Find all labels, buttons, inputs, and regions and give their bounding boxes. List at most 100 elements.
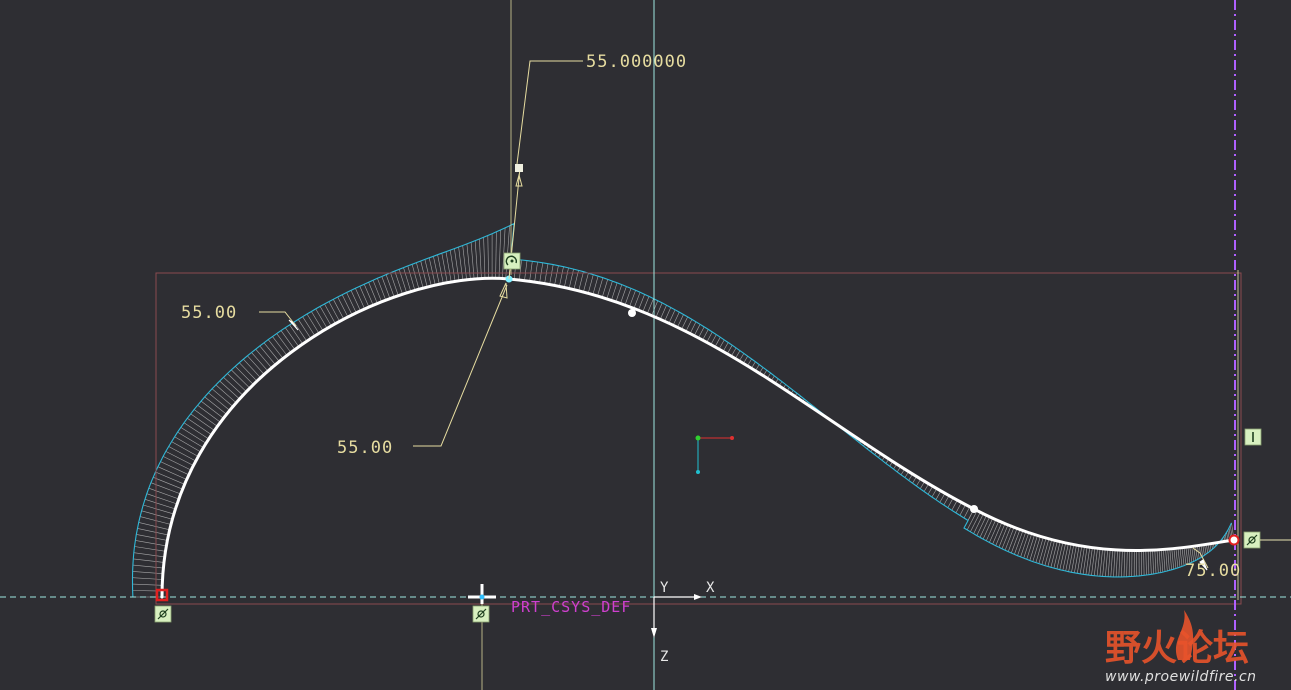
dimension-left-radius[interactable]: 55.00 [181,303,237,323]
comb-tooth [1147,550,1150,575]
tangent-icon[interactable] [154,605,172,623]
csys-axes [651,594,702,638]
comb-tooth [505,225,510,279]
origin-cross-icon[interactable] [468,584,496,604]
curvature-comb [132,223,1235,598]
comb-tooth [606,281,613,299]
comb-tooth [137,528,169,536]
comb-tooth [702,329,709,341]
comb-tooth [171,441,199,457]
comb-tooth [144,499,176,510]
comb-tooth [449,250,456,282]
comb-tooth [483,237,486,279]
dimension-handle[interactable] [515,164,523,172]
comb-tooth [1004,527,1015,551]
sketch-canvas[interactable]: 55.000000 55.00 55.00 75.00 Y X Z PRT_CS… [0,0,1291,690]
comb-tooth [135,540,167,547]
comb-tooth [208,392,230,411]
comb-tooth [1167,549,1170,571]
dimension-right[interactable]: 75.00 [1185,561,1241,581]
dimension-top[interactable]: 55.000000 [586,52,687,72]
comb-tooth [466,243,471,280]
comb-tooth [681,316,688,330]
spline-point[interactable] [628,309,636,317]
arrow-icon [499,282,508,299]
comb-tooth [495,231,497,279]
csys-label: PRT_CSYS_DEF [511,598,631,616]
comb-tooth [646,298,654,314]
comb-tooth [668,309,676,324]
comb-tooth [333,299,345,320]
comb-tooth [187,418,212,435]
comb-tooth [1038,538,1047,564]
comb-tooth [150,482,181,495]
comb-tooth [1056,542,1064,569]
comb-tooth [1059,542,1066,570]
comb-tooth [1029,535,1038,561]
comb-tooth [1096,548,1101,577]
comb-tooth [235,366,254,385]
comb-tooth [633,292,641,309]
tangent-icon[interactable] [472,605,490,623]
comb-tooth [272,336,288,356]
comb-tooth [132,583,163,586]
comb-tooth [1102,549,1106,577]
comb-tooth [655,302,663,318]
comb-tooth [672,311,680,326]
comb-tooth [363,284,374,306]
comb-tooth [986,519,997,541]
comb-tooth [1110,549,1113,577]
comb-tooth [293,321,308,342]
comb-tooth [280,330,296,350]
spline-point[interactable] [970,505,978,513]
comb-tooth [197,405,221,423]
comb-tooth [267,339,284,359]
comb-tooth [1099,548,1103,577]
tangent-icon[interactable] [1243,531,1261,549]
comb-tooth [1007,528,1018,552]
comb-tooth [534,261,538,283]
comb-tooth [372,280,382,302]
comb-tooth [578,271,584,291]
csys-triad [695,435,734,474]
comb-tooth [583,273,589,293]
comb-tooth [1118,550,1121,577]
comb-tooth [146,493,178,505]
comb-tooth [624,288,632,306]
axis-label-z: Z [660,649,668,665]
comb-tooth [1026,534,1035,560]
comb-tooth [995,523,1006,546]
curvature-icon[interactable] [503,252,521,270]
comb-tooth [1143,550,1145,576]
comb-tooth [722,342,729,352]
comb-tooth [190,413,215,431]
vertical-icon[interactable] [1244,428,1262,446]
comb-tooth [223,377,244,396]
comb-tooth [597,277,604,297]
comb-tooth [642,296,650,313]
comb-tooth [328,301,340,322]
comb-tooth [1165,549,1168,572]
comb-tooth [601,279,608,298]
comb-tooth [458,246,464,281]
comb-tooth [660,305,667,320]
comb-tooth [138,522,170,531]
end-endpoint[interactable] [1228,534,1240,546]
comb-tooth [1145,550,1147,576]
comb-tooth [148,487,179,500]
comb-tooth [544,263,549,284]
comb-tooth [1107,549,1111,577]
comb-tooth [959,504,966,516]
comb-tooth [611,282,618,301]
comb-tooth [592,276,599,295]
comb-tooth [1177,548,1181,568]
comb-tooth [963,506,971,519]
comb-tooth [1156,549,1159,574]
watermark-url: www.proewildfire.cn [1105,669,1257,685]
comb-tooth [638,294,645,311]
comb-tooth [718,339,725,350]
dimension-center-radius[interactable]: 55.00 [337,438,393,458]
dimension-leader-top [515,60,583,173]
comb-tooth [1062,543,1069,571]
comb-tooth [239,362,258,382]
